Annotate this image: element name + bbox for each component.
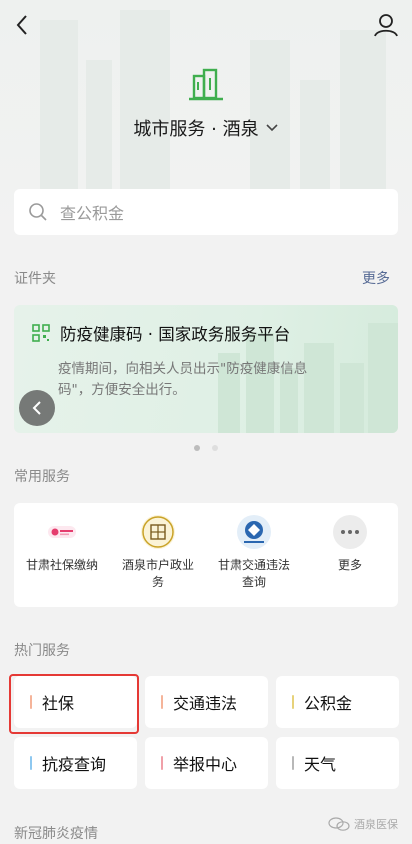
city-services-logo-icon	[186, 66, 226, 106]
carousel-prev-button[interactable]	[19, 390, 55, 426]
watermark: 酒泉医保	[328, 816, 398, 832]
hot-service-report-center[interactable]: 举报中心	[145, 737, 268, 789]
watermark-text: 酒泉医保	[354, 818, 398, 831]
carousel-dot-active	[194, 445, 200, 451]
carousel-dot	[212, 445, 218, 451]
hot-service-weather[interactable]: 天气	[276, 737, 399, 789]
chevron-down-icon	[266, 124, 278, 132]
hot-service-label: 交通违法	[173, 694, 238, 713]
documents-more-link[interactable]: 更多	[362, 268, 390, 288]
profile-button[interactable]	[372, 11, 400, 39]
service-label: 酒泉市户政业务	[121, 558, 194, 589]
common-services-panel: 甘肃社保缴纳 酒泉市户政业务 甘肃交通违法查询 更多	[14, 503, 398, 607]
health-code-title: 防疫健康码 · 国家政务服务平台	[32, 321, 290, 345]
back-button[interactable]	[10, 10, 38, 40]
service-jiuquan-household[interactable]: 酒泉市户政业务	[110, 503, 206, 607]
hot-service-housing-fund[interactable]: 公积金	[276, 676, 399, 728]
hot-service-label: 天气	[304, 755, 337, 774]
documents-section-title: 证件夹	[14, 271, 56, 287]
hot-services-section-title: 热门服务	[14, 643, 70, 659]
chevron-left-icon	[16, 15, 27, 35]
more-dots-icon	[333, 515, 367, 549]
hot-service-label: 公积金	[304, 694, 353, 713]
hot-service-traffic-violation[interactable]: 交通违法	[145, 676, 268, 728]
common-services-section-title: 常用服务	[14, 469, 70, 485]
accent-bar	[292, 695, 294, 709]
top-bar	[0, 0, 412, 50]
accent-bar	[161, 756, 163, 770]
city-title-text: 城市服务 · 酒泉	[133, 119, 259, 140]
service-label: 甘肃社保缴纳	[25, 558, 98, 572]
accent-bar	[292, 756, 294, 770]
health-code-description: 疫情期间，向相关人员出示"防疫健康信息码"，方便安全出行。	[58, 361, 308, 398]
gansu-social-security-icon	[45, 515, 79, 549]
qr-code-icon	[32, 324, 50, 342]
service-label: 甘肃交通违法查询	[217, 558, 290, 589]
health-code-title-text: 防疫健康码 · 国家政务服务平台	[60, 325, 291, 344]
health-code-card[interactable]: 防疫健康码 · 国家政务服务平台 疫情期间，向相关人员出示"防疫健康信息码"，方…	[14, 305, 398, 433]
highlight-box	[9, 674, 139, 734]
gansu-traffic-police-icon	[237, 515, 271, 549]
accent-bar	[30, 756, 32, 770]
service-gansu-traffic[interactable]: 甘肃交通违法查询	[206, 503, 302, 607]
service-label: 更多	[337, 558, 362, 572]
hot-service-label: 抗疫查询	[42, 755, 107, 774]
hot-service-label: 举报中心	[173, 755, 238, 774]
epidemic-section-title: 新冠肺炎疫情	[14, 826, 98, 842]
accent-bar	[161, 695, 163, 709]
chevron-left-icon	[32, 401, 41, 415]
search-input[interactable]: 查公积金	[14, 189, 398, 235]
service-more[interactable]: 更多	[302, 503, 398, 607]
wechat-icon	[328, 817, 350, 831]
jiuquan-household-icon	[141, 515, 175, 549]
city-selector[interactable]: 城市服务 · 酒泉	[0, 114, 412, 142]
user-icon	[374, 14, 398, 37]
hot-service-epidemic-query[interactable]: 抗疫查询	[14, 737, 137, 789]
service-gansu-social-security[interactable]: 甘肃社保缴纳	[14, 503, 110, 607]
carousel-indicator	[194, 445, 218, 451]
search-icon	[29, 203, 47, 221]
search-placeholder: 查公积金	[60, 204, 125, 223]
